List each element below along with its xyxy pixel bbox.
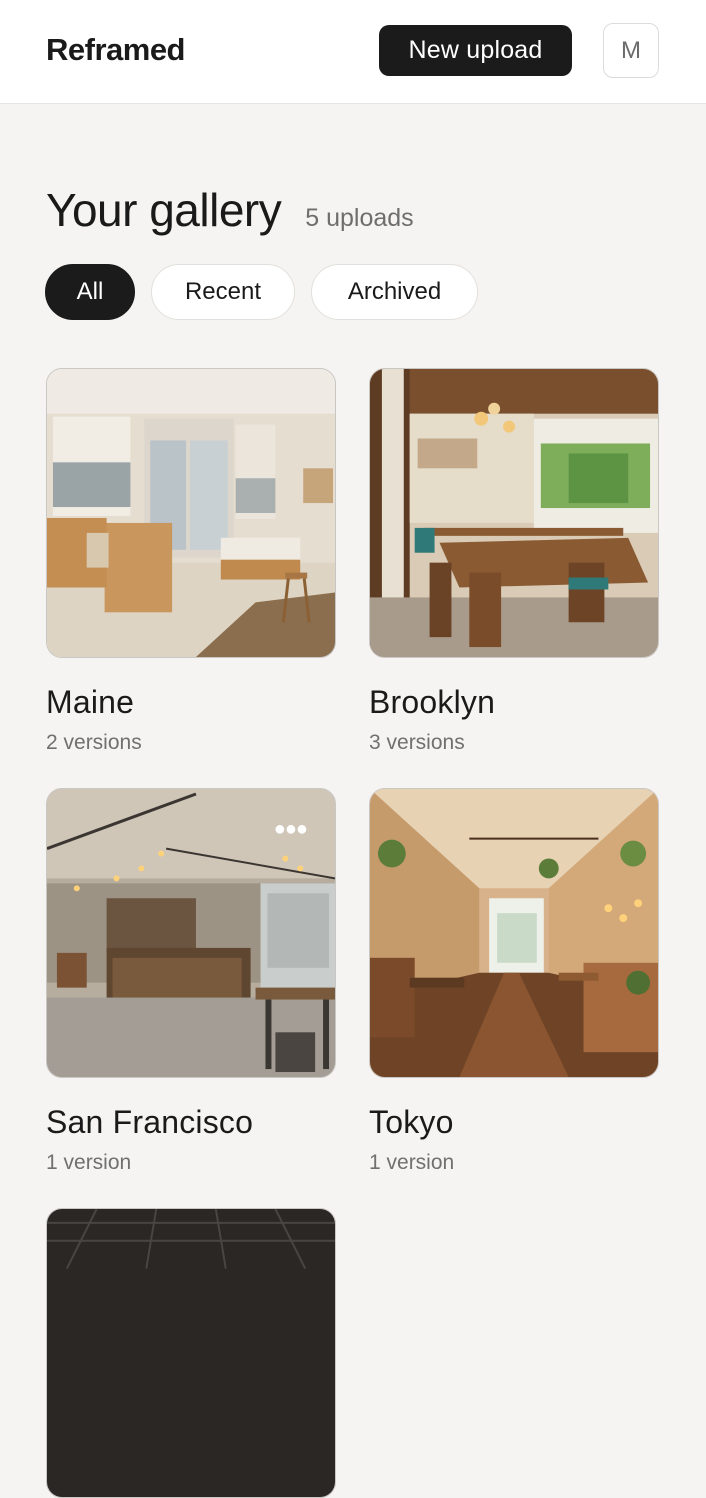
- card-title[interactable]: Tokyo: [369, 1104, 659, 1141]
- gallery-heading: Your gallery 5 uploads: [46, 183, 414, 237]
- avatar[interactable]: M: [603, 23, 659, 78]
- card-title[interactable]: Brooklyn: [369, 684, 659, 721]
- card-title[interactable]: Maine: [46, 684, 336, 721]
- filter-tabs: All Recent Archived: [45, 264, 478, 320]
- gallery-card[interactable]: ●●● San Francisco 1 version: [46, 788, 336, 1175]
- photo-tokyo: [370, 789, 658, 1077]
- card-thumbnail[interactable]: [46, 1208, 336, 1498]
- filter-recent[interactable]: Recent: [151, 264, 295, 320]
- card-thumbnail[interactable]: [369, 788, 659, 1078]
- photo-maine: [47, 369, 335, 657]
- card-version-count: 2 versions: [46, 731, 142, 754]
- filter-archived[interactable]: Archived: [311, 264, 478, 320]
- card-thumbnail[interactable]: ●●●: [46, 788, 336, 1078]
- gallery-card[interactable]: Tokyo 1 version: [369, 788, 659, 1175]
- card-thumbnail[interactable]: [46, 368, 336, 658]
- filter-all[interactable]: All: [45, 264, 135, 320]
- page-title: Your gallery: [46, 184, 282, 236]
- photo-brooklyn: [370, 369, 658, 657]
- app-header: Reframed New upload M: [0, 0, 706, 104]
- card-version-count: 1 version: [46, 1151, 132, 1174]
- card-title[interactable]: San Francisco: [46, 1104, 336, 1141]
- upload-count: 5 uploads: [305, 204, 414, 232]
- card-version-count: 1 version: [369, 1151, 455, 1174]
- new-upload-button[interactable]: New upload: [379, 25, 572, 76]
- card-thumbnail[interactable]: [369, 368, 659, 658]
- gallery-card[interactable]: Brooklyn 3 versions: [369, 368, 659, 755]
- gallery-card[interactable]: [46, 1208, 336, 1498]
- gallery-card[interactable]: Maine 2 versions: [46, 368, 336, 755]
- more-dots-icon[interactable]: ●●●: [274, 819, 308, 839]
- card-version-count: 3 versions: [369, 731, 465, 754]
- photo-dark-ceiling: [47, 1209, 335, 1497]
- brand-logo[interactable]: Reframed: [46, 32, 186, 68]
